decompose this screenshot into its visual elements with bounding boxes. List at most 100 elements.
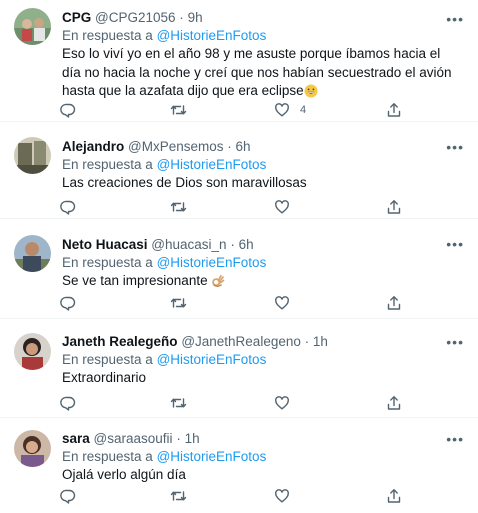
tweet-text: Extraordinario	[62, 369, 454, 388]
retweet-button[interactable]	[170, 294, 187, 312]
timestamp[interactable]: 1h	[313, 334, 328, 349]
avatar[interactable]	[14, 430, 51, 467]
reply-prefix: En respuesta a	[62, 157, 153, 172]
tweet-text: Se ve tan impresionante	[62, 272, 454, 294]
retweet-icon	[170, 295, 187, 311]
reply-icon	[60, 488, 76, 504]
mention-link[interactable]: @HistorieEnFotos	[157, 157, 267, 172]
like-icon	[274, 199, 290, 215]
tweet-text: Las creaciones de Dios son maravillosas	[62, 174, 454, 193]
mention-link[interactable]: @HistorieEnFotos	[157, 449, 267, 464]
reply-context: En respuesta a @HistorieEnFotos	[62, 27, 454, 45]
reply-button[interactable]	[60, 294, 76, 312]
like-icon	[274, 295, 290, 311]
tweet-text: Ojalá verlo algún día	[62, 466, 454, 485]
share-icon	[386, 488, 402, 504]
avatar[interactable]	[14, 8, 51, 45]
reply-button[interactable]	[60, 101, 76, 119]
display-name[interactable]: sara	[62, 431, 90, 446]
tweet-item[interactable]: ••• CPG @CPG21056 · 9h En respuesta a @H…	[0, 0, 478, 122]
retweet-icon	[170, 395, 187, 411]
like-icon	[274, 488, 290, 504]
reply-icon	[60, 295, 76, 311]
share-icon	[386, 295, 402, 311]
tweet-text-content: Eso lo viví yo en el año 98 y me asuste …	[62, 46, 452, 98]
reply-prefix: En respuesta a	[62, 255, 153, 270]
reply-context: En respuesta a @HistorieEnFotos	[62, 156, 454, 174]
reply-prefix: En respuesta a	[62, 352, 153, 367]
retweet-button[interactable]	[170, 101, 187, 119]
separator-dot: ·	[230, 237, 235, 252]
reply-button[interactable]	[60, 487, 76, 505]
share-button[interactable]	[386, 101, 402, 119]
retweet-button[interactable]	[170, 394, 187, 412]
mention-link[interactable]: @HistorieEnFotos	[157, 352, 267, 367]
tweet-item[interactable]: ••• sara @saraasoufii · 1h En respuesta …	[0, 418, 478, 513]
tweet-text: Eso lo viví yo en el año 98 y me asuste …	[62, 45, 454, 104]
avatar[interactable]	[14, 333, 51, 370]
tweet-actions	[60, 394, 410, 412]
like-count: 4	[300, 104, 307, 116]
ok-hand-emoji	[211, 274, 225, 294]
tweet-text-content: Se ve tan impresionante	[62, 273, 208, 288]
user-handle[interactable]: @MxPensemos	[128, 139, 223, 154]
display-name[interactable]: Alejandro	[62, 139, 124, 154]
like-icon	[274, 102, 290, 118]
tweet-text-content: Las creaciones de Dios son maravillosas	[62, 175, 307, 190]
retweet-button[interactable]	[170, 487, 187, 505]
user-handle[interactable]: @CPG21056	[95, 10, 176, 25]
tweet-item[interactable]: ••• Janeth Realegeño @JanethRealegeno · …	[0, 319, 478, 418]
like-button[interactable]	[274, 294, 300, 312]
like-button[interactable]	[274, 394, 300, 412]
reply-prefix: En respuesta a	[62, 28, 153, 43]
display-name[interactable]: CPG	[62, 10, 91, 25]
like-button[interactable]	[274, 198, 300, 216]
display-name[interactable]: Neto Huacasi	[62, 237, 148, 252]
reply-button[interactable]	[60, 394, 76, 412]
share-icon	[386, 395, 402, 411]
reply-prefix: En respuesta a	[62, 449, 153, 464]
share-button[interactable]	[386, 487, 402, 505]
separator-dot: ·	[176, 431, 181, 446]
timestamp[interactable]: 1h	[185, 431, 200, 446]
separator-dot: ·	[304, 334, 310, 349]
tweet-actions	[60, 487, 410, 505]
tweet-text-content: Ojalá verlo algún día	[62, 467, 186, 482]
separator-dot: ·	[227, 139, 232, 154]
share-button[interactable]	[386, 198, 402, 216]
share-button[interactable]	[386, 294, 402, 312]
reply-icon	[60, 102, 76, 118]
avatar[interactable]	[14, 137, 51, 174]
like-button[interactable]	[274, 487, 300, 505]
reply-context: En respuesta a @HistorieEnFotos	[62, 254, 454, 272]
share-button[interactable]	[386, 394, 402, 412]
timestamp[interactable]: 6h	[239, 237, 254, 252]
user-handle[interactable]: @huacasi_n	[151, 237, 226, 252]
user-handle[interactable]: @JanethRealegeno	[181, 334, 301, 349]
retweet-icon	[170, 102, 187, 118]
reply-icon	[60, 199, 76, 215]
tweet-item[interactable]: ••• Alejandro @MxPensemos · 6h En respue…	[0, 122, 478, 219]
retweet-icon	[170, 199, 187, 215]
share-icon	[386, 199, 402, 215]
timestamp[interactable]: 6h	[236, 139, 251, 154]
avatar[interactable]	[14, 235, 51, 272]
tweet-text-content: Extraordinario	[62, 370, 147, 385]
reply-icon	[60, 395, 76, 411]
retweet-button[interactable]	[170, 198, 187, 216]
timestamp[interactable]: 9h	[188, 10, 203, 25]
like-icon	[274, 395, 290, 411]
tweet-item[interactable]: ••• Neto Huacasi @huacasi_n · 6h En resp…	[0, 219, 478, 319]
share-icon	[386, 102, 402, 118]
mention-link[interactable]: @HistorieEnFotos	[157, 28, 267, 43]
reply-context: En respuesta a @HistorieEnFotos	[62, 351, 454, 369]
tweet-actions: 4	[60, 101, 410, 119]
retweet-icon	[170, 488, 187, 504]
reply-button[interactable]	[60, 198, 76, 216]
separator-dot: ·	[179, 10, 184, 25]
display-name[interactable]: Janeth Realegeño	[62, 334, 178, 349]
mention-link[interactable]: @HistorieEnFotos	[157, 255, 267, 270]
like-button[interactable]: 4	[274, 101, 306, 119]
tweet-actions	[60, 198, 410, 216]
user-handle[interactable]: @saraasoufii	[94, 431, 173, 446]
